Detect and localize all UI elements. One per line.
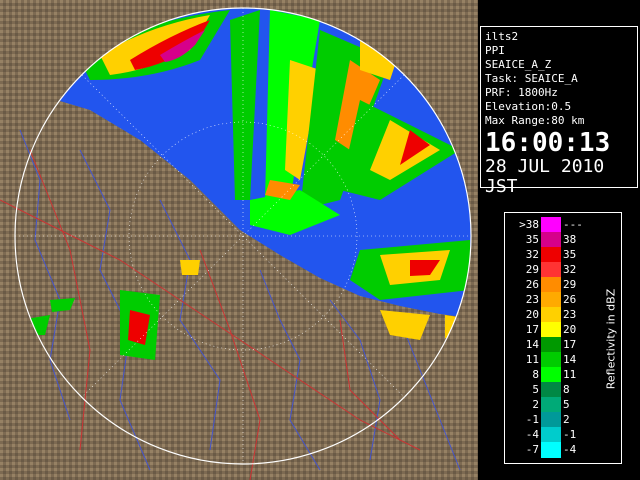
max-range-value: Max Range:80 km <box>485 114 585 127</box>
legend-lower-value: -1 <box>525 413 539 426</box>
legend-lower-value: 23 <box>525 293 539 306</box>
legend-color-swatch <box>541 277 561 293</box>
task-name: Task: SEAICE_A <box>485 72 578 85</box>
legend-upper-value: 32 <box>563 263 577 276</box>
legend-lower-value: 14 <box>525 338 539 351</box>
legend-upper-value: -1 <box>563 428 577 441</box>
legend-upper-value: 17 <box>563 338 577 351</box>
legend-lower-value: 2 <box>532 398 539 411</box>
legend-color-swatch <box>541 367 561 383</box>
legend-lower-value: 26 <box>525 278 539 291</box>
observation-time: 16:00:13 <box>485 128 611 158</box>
legend-lower-value: 17 <box>525 323 539 336</box>
legend-color-swatch <box>541 337 561 353</box>
legend-upper-value: --- <box>563 218 583 231</box>
elevation-value: Elevation:0.5 <box>485 100 572 113</box>
legend-lower-value: 11 <box>525 353 539 366</box>
legend-lower-value: 32 <box>525 248 539 261</box>
legend-upper-value: 8 <box>563 383 570 396</box>
legend-color-swatch <box>541 262 561 278</box>
legend-upper-value: 14 <box>563 353 577 366</box>
legend-lower-value: 35 <box>525 233 539 246</box>
legend-color-swatch <box>541 247 561 263</box>
legend-color-swatch <box>541 442 561 458</box>
legend-lower-value: 8 <box>532 368 539 381</box>
legend-color-swatch <box>541 382 561 398</box>
legend-upper-value: 29 <box>563 278 577 291</box>
radar-id: ilts2 <box>485 30 519 43</box>
legend-upper-value: 35 <box>563 248 577 261</box>
legend-lower-value: >38 <box>519 218 539 231</box>
legend-color-swatch <box>541 412 561 428</box>
legend-unit-label: Reflectivity in dBZ <box>604 223 618 455</box>
reflectivity-legend: >38 --- 35 38 32 35 29 32 26 29 23 26 20 23 17 20 14 17 11… <box>504 212 622 464</box>
legend-lower-value: 20 <box>525 308 539 321</box>
legend-upper-value: 38 <box>563 233 577 246</box>
legend-color-swatch <box>541 397 561 413</box>
legend-lower-value: -7 <box>525 443 539 456</box>
legend-upper-value: 23 <box>563 308 577 321</box>
observation-date: 28 JUL 2010 JST <box>485 156 605 197</box>
legend-color-swatch <box>541 232 561 248</box>
radar-info-panel: ilts2 PPI SEAICE_A_Z Task: SEAICE_A PRF:… <box>480 26 638 197</box>
legend-color-swatch <box>541 307 561 323</box>
legend-upper-value: -4 <box>563 443 577 456</box>
product-name: SEAICE_A_Z <box>485 58 552 71</box>
legend-lower-value: 29 <box>525 263 539 276</box>
legend-color-swatch <box>541 427 561 443</box>
scan-type: PPI <box>485 44 505 57</box>
legend-color-swatch <box>541 352 561 368</box>
radar-map <box>0 0 478 480</box>
legend-lower-value: -4 <box>525 428 539 441</box>
legend-upper-value: 5 <box>563 398 570 411</box>
legend-color-swatch <box>541 292 561 308</box>
legend-upper-value: 2 <box>563 413 570 426</box>
prf-value: PRF: 1800Hz <box>485 86 558 99</box>
legend-upper-value: 11 <box>563 368 577 381</box>
legend-upper-value: 20 <box>563 323 577 336</box>
legend-color-swatch <box>541 217 561 233</box>
legend-color-swatch <box>541 322 561 338</box>
legend-upper-value: 26 <box>563 293 577 306</box>
legend-unit-text: Reflectivity in dBZ <box>604 288 618 390</box>
legend-lower-value: 5 <box>532 383 539 396</box>
